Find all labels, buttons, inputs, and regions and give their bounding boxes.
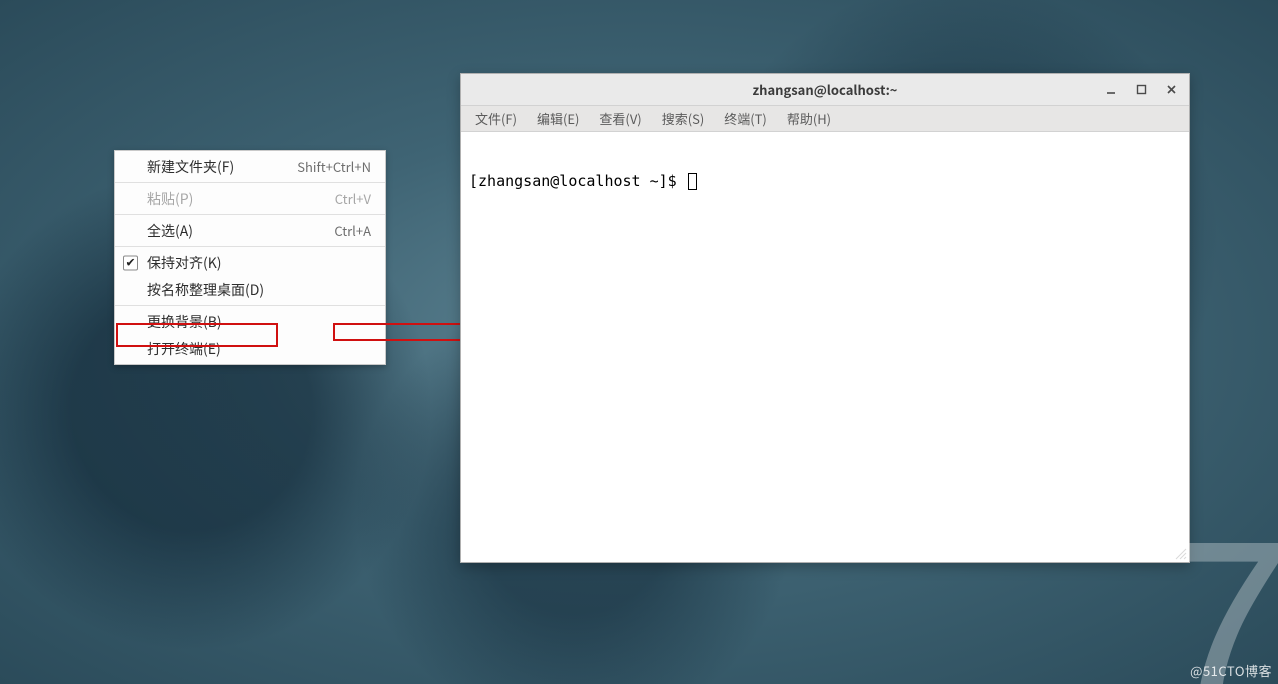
window-titlebar[interactable]: zhangsan@localhost:~ (461, 74, 1189, 106)
menubar-edit[interactable]: 编辑(E) (529, 107, 587, 130)
menu-separator (115, 246, 385, 247)
menubar-file[interactable]: 文件(F) (467, 107, 525, 130)
menu-item-change-background[interactable]: 更换背景(B) (115, 308, 385, 335)
menu-item-open-terminal[interactable]: 打开终端(E) (115, 335, 385, 362)
prompt-line: [zhangsan@localhost ~]$ (469, 172, 1181, 190)
menu-item-paste: 粘贴(P) Ctrl+V (115, 185, 385, 212)
menu-item-label: 全选(A) (147, 221, 326, 241)
minimize-button[interactable] (1097, 78, 1125, 102)
menubar-search[interactable]: 搜索(S) (654, 107, 713, 130)
menu-item-label: 更换背景(B) (147, 312, 371, 332)
desktop-context-menu: 新建文件夹(F) Shift+Ctrl+N 粘贴(P) Ctrl+V 全选(A)… (114, 150, 386, 365)
menu-item-label: 新建文件夹(F) (147, 157, 289, 177)
menu-item-label: 按名称整理桌面(D) (147, 280, 371, 300)
close-button[interactable] (1157, 78, 1185, 102)
menubar-view[interactable]: 查看(V) (591, 107, 649, 130)
menu-separator (115, 182, 385, 183)
menu-separator (115, 305, 385, 306)
menu-item-keep-aligned[interactable]: ✔ 保持对齐(K) (115, 249, 385, 276)
menu-item-accel: Ctrl+V (335, 189, 371, 208)
menubar-help[interactable]: 帮助(H) (779, 107, 839, 130)
terminal-body[interactable]: [zhangsan@localhost ~]$ (461, 132, 1189, 562)
menu-item-label: 打开终端(E) (147, 339, 371, 359)
menu-item-label: 粘贴(P) (147, 189, 327, 209)
menu-item-select-all[interactable]: 全选(A) Ctrl+A (115, 217, 385, 244)
desktop-background: 新建文件夹(F) Shift+Ctrl+N 粘贴(P) Ctrl+V 全选(A)… (0, 0, 1278, 684)
source-watermark: @51CTO博客 (1190, 661, 1272, 680)
menu-separator (115, 214, 385, 215)
menubar-terminal[interactable]: 终端(T) (716, 107, 775, 130)
window-title: zhangsan@localhost:~ (461, 80, 1189, 99)
checkbox-checked-icon: ✔ (123, 255, 138, 270)
menubar: 文件(F) 编辑(E) 查看(V) 搜索(S) 终端(T) 帮助(H) (461, 106, 1189, 132)
menu-item-new-folder[interactable]: 新建文件夹(F) Shift+Ctrl+N (115, 153, 385, 180)
shell-prompt: [zhangsan@localhost ~]$ (469, 172, 686, 190)
menu-item-label: 保持对齐(K) (147, 253, 371, 273)
centos-7-watermark: 7 (1153, 504, 1278, 684)
menu-item-organize-by-name[interactable]: 按名称整理桌面(D) (115, 276, 385, 303)
window-buttons (1097, 74, 1185, 105)
terminal-window: zhangsan@localhost:~ 文件(F) 编辑(E) 查看(V) 搜… (460, 73, 1190, 563)
text-cursor-icon (688, 173, 697, 190)
menu-item-accel: Ctrl+A (334, 221, 371, 240)
menu-item-accel: Shift+Ctrl+N (297, 157, 371, 176)
maximize-button[interactable] (1127, 78, 1155, 102)
